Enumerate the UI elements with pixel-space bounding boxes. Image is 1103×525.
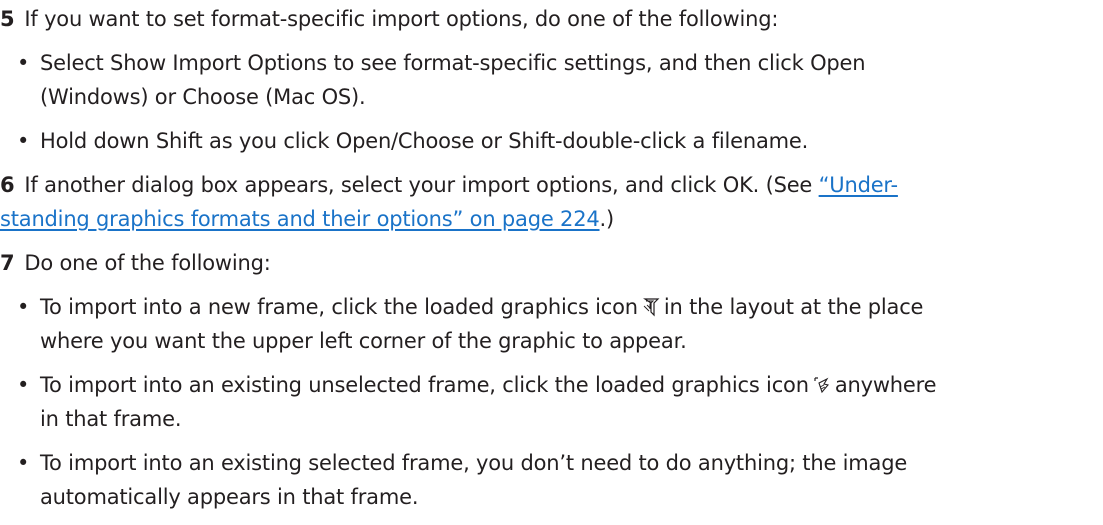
bullet-text-before-icon: To import into a new frame, click the lo… [40,295,638,319]
loaded-graphics-icon [642,293,660,327]
cross-reference-link[interactable]: “Under- [819,173,898,197]
step-number: 6 [0,173,15,197]
step-number: 5 [0,7,15,31]
bullet-text-line-1: Select Show Import Options to see format… [40,51,866,75]
bullet-text-line-1: Hold down Shift as you click Open/Choose… [40,129,809,153]
step-5: 5 If you want to set format-specific impo… [0,2,778,36]
step-text-end: .) [599,207,615,231]
bullet-text-line-2: where you want the upper left corner of … [40,329,687,353]
loaded-graphics-in-frame-icon [813,371,831,405]
bullet-text-line-2: (Windows) or Choose (Mac OS). [40,85,366,109]
bullet-text-line-1: To import into an existing selected fram… [40,451,908,475]
step-6-cont: standing graphics formats and their opti… [0,202,614,236]
bullet-marker: • [17,51,30,75]
bullet-marker: • [17,295,30,319]
bullet-marker: • [17,373,30,397]
step-number: 7 [0,251,15,275]
bullet-text-line-1: To import into a new frame, click the lo… [40,290,923,327]
bullet-text-line-2: in that frame. [40,407,182,431]
bullet-marker: • [17,129,30,153]
bullet-marker: • [17,451,30,475]
bullet-text-line-1: To import into an existing unselected fr… [40,368,937,405]
step-7: 7 Do one of the following: [0,246,271,280]
step-6: 6 If another dialog box appears, select y… [0,168,898,202]
step-text: If another dialog box appears, select yo… [24,173,819,197]
step-text: Do one of the following: [24,251,271,275]
bullet-text-before-icon: To import into an existing unselected fr… [40,373,809,397]
step-text: If you want to set format-specific impor… [24,7,779,31]
bullet-text-after-icon: in the layout at the place [663,295,924,319]
bullet-text-line-2: automatically appears in that frame. [40,485,419,509]
document-page: 5 If you want to set format-specific impo… [0,0,1103,525]
bullet-text-after-icon: anywhere [834,373,937,397]
cross-reference-link-cont[interactable]: standing graphics formats and their opti… [0,207,600,231]
